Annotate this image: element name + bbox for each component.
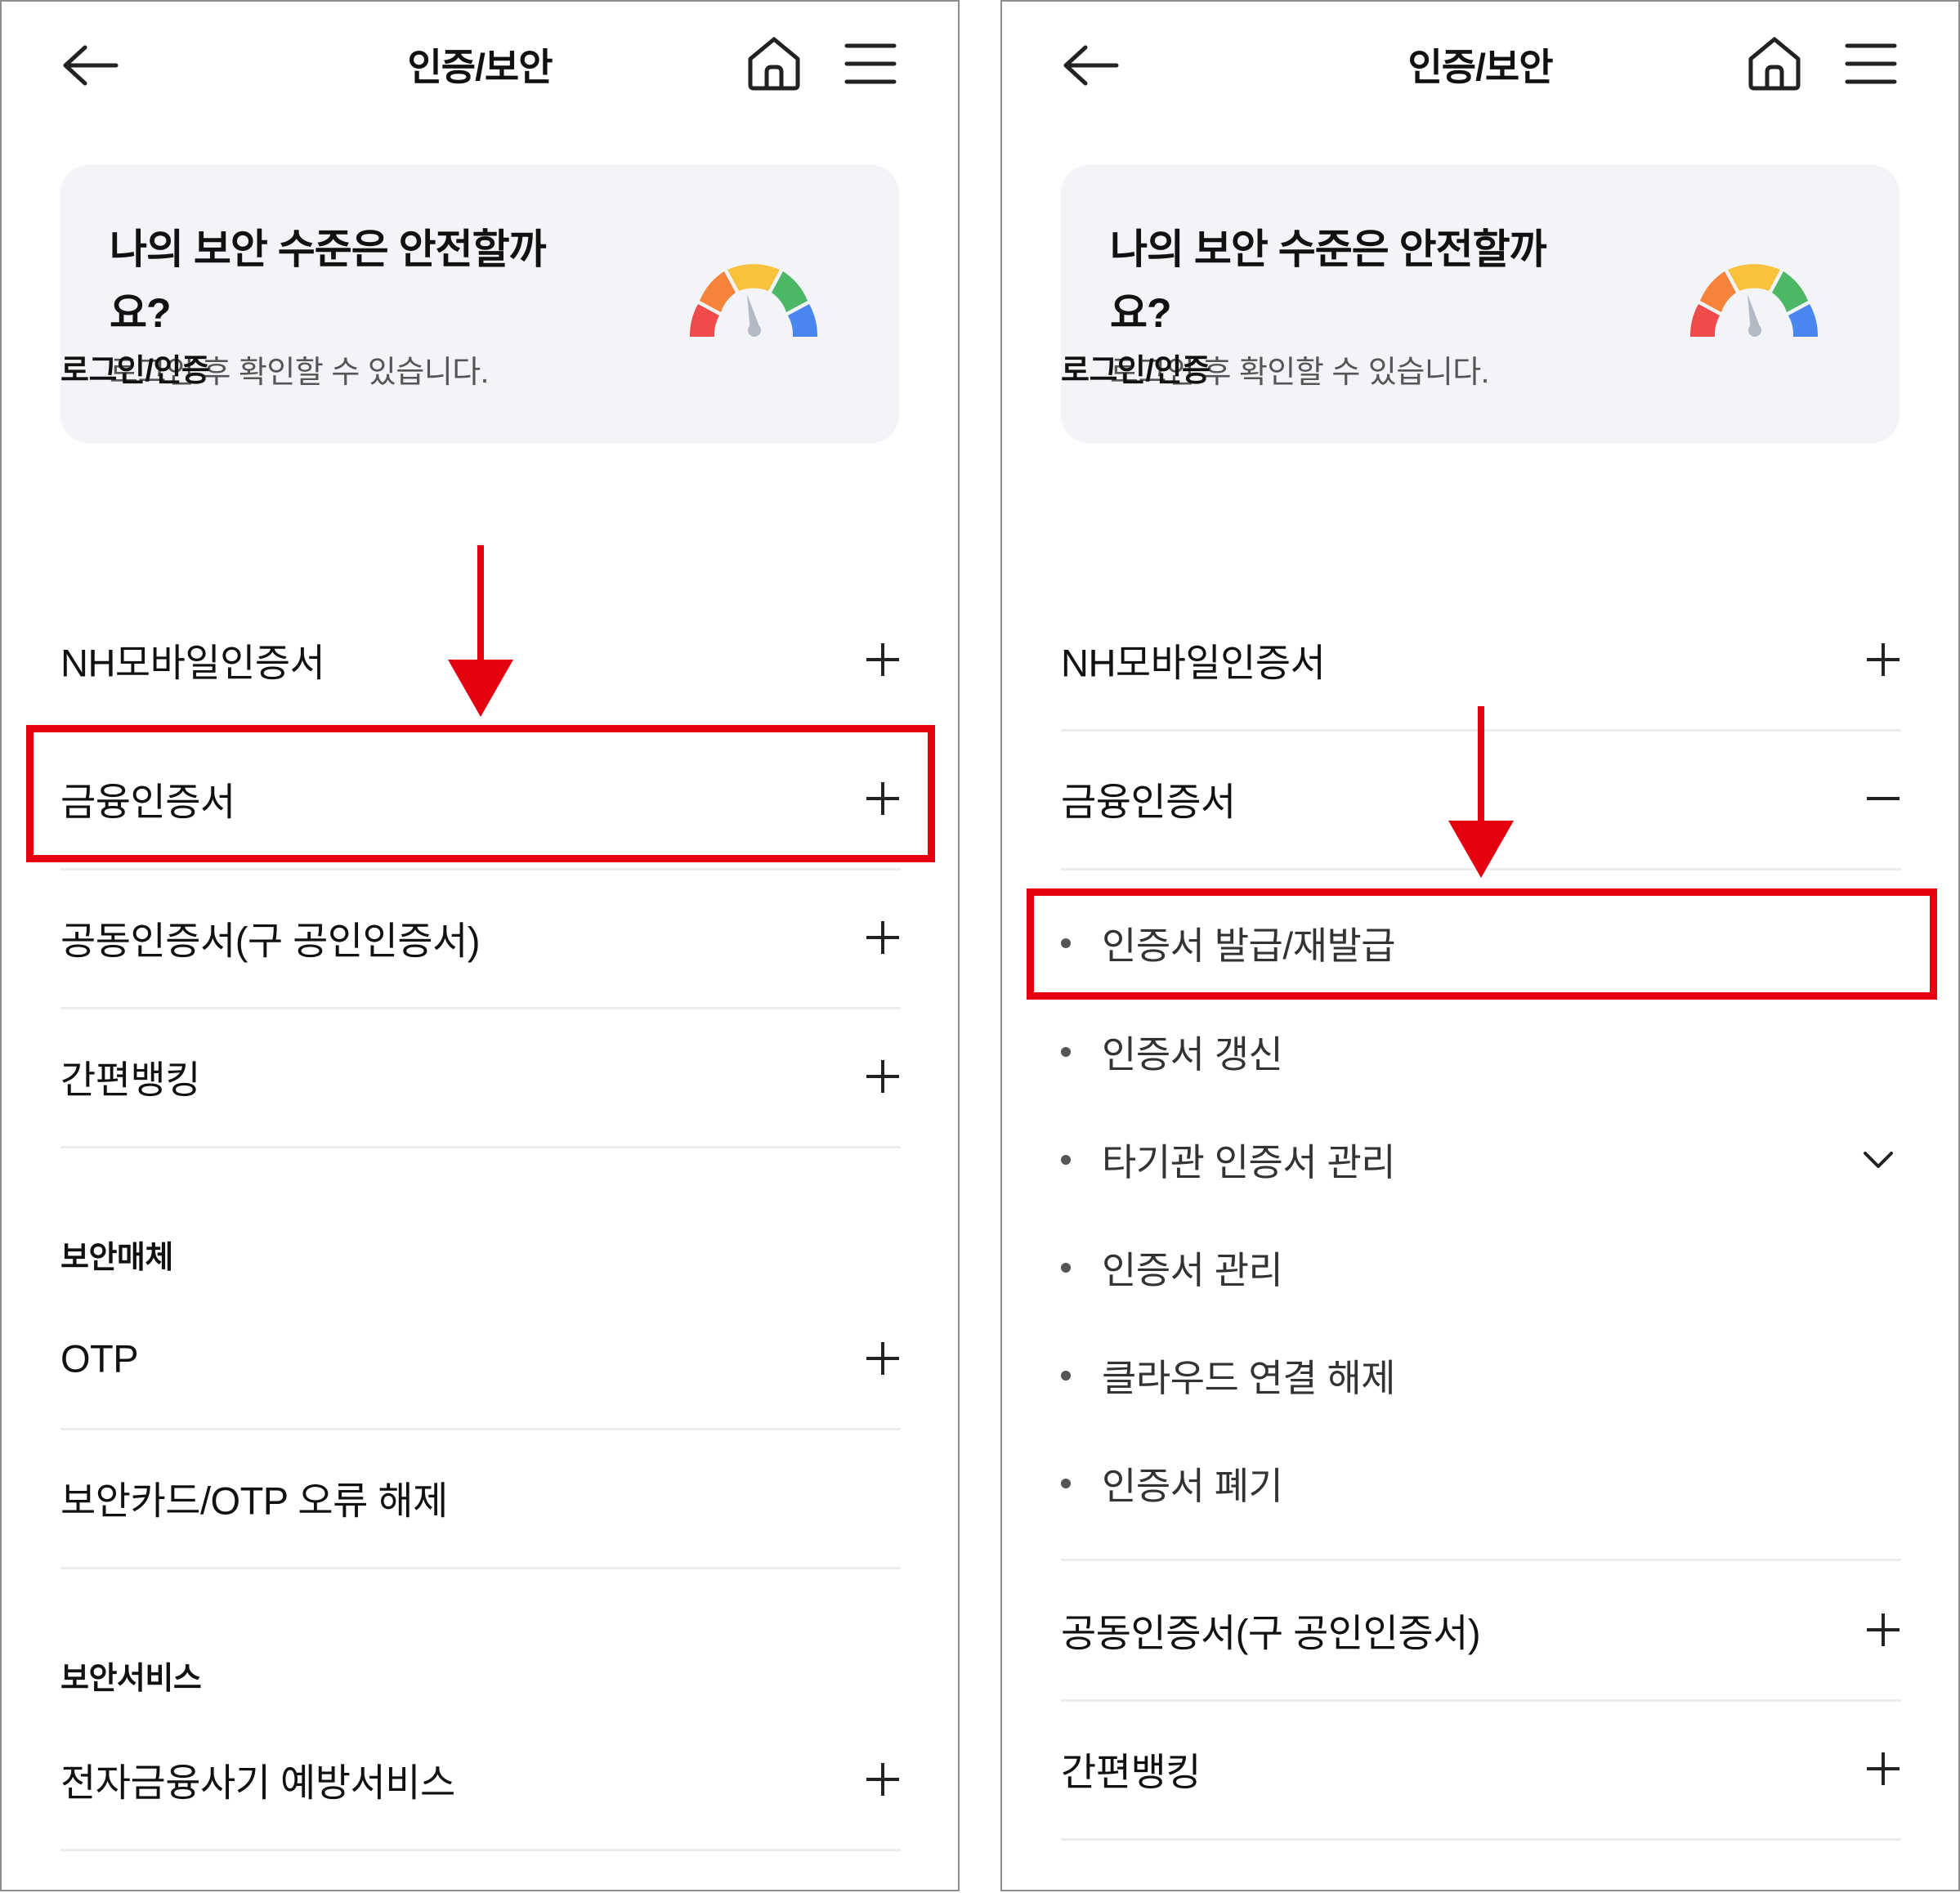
bullet [1061,1263,1071,1273]
subitem-other-institution-cert[interactable]: 타기관 인증서 관리 [1061,1107,1901,1213]
hamburger-menu-icon[interactable] [844,39,897,88]
section-login-auth: 로그인/인증 [60,354,210,388]
plus-icon[interactable] [1865,642,1901,678]
section-security-media: 보안매체 [60,1241,173,1275]
card-title: 나의 보안 수준은 안전할까요? [1110,226,1547,336]
row-label: 전자금융사기 예방서비스 [60,1761,455,1805]
section-security-service: 보안서비스 [60,1662,202,1696]
top-bar: 인증/보안 [2,2,958,132]
subitem-cert-renew[interactable]: 인증서 갱신 [1061,999,1901,1105]
bullet [1061,1479,1071,1488]
row-otp-error-release[interactable]: 보안카드/OTP 오류 해제 [60,1428,901,1569]
red-down-arrow [1448,706,1514,878]
card-title: 나의 보안 수준은 안전할까요? [110,226,547,336]
row-label: OTP [60,1336,139,1381]
security-level-card[interactable]: 나의 보안 수준은 안전할까요? 로그인 후 확인할 수 있습니다. [1061,165,1900,443]
security-level-card[interactable]: 나의 보안 수준은 안전할까요? 로그인 후 확인할 수 있습니다. [60,165,899,443]
hamburger-menu-icon[interactable] [1844,39,1898,88]
plus-icon[interactable] [865,642,901,678]
top-bar: 인증/보안 [1002,2,1958,132]
plus-icon[interactable] [865,1340,901,1376]
security-gauge-icon [689,264,818,337]
row-joint-cert[interactable]: 공동인증서(구 공인인증서) [1061,1560,1901,1702]
highlight-box [26,725,935,862]
home-icon[interactable] [1746,34,1803,93]
subitem-label: 클라우드 연결 해제 [1102,1357,1396,1399]
plus-icon[interactable] [1865,1612,1901,1648]
row-label: 간편뱅킹 [1061,1750,1201,1794]
bullet [1061,1047,1071,1057]
plus-icon[interactable] [865,920,901,955]
right-screen: 인증/보안 나의 보안 수준은 안전할까요? 로그인 후 확인할 수 있습니다.… [1000,0,1960,1891]
minus-icon[interactable] [1865,781,1901,817]
plus-icon[interactable] [865,1761,901,1797]
plus-icon[interactable] [865,1058,901,1094]
subitem-label: 인증서 갱신 [1102,1033,1283,1076]
row-label: 공동인증서(구 공인인증서) [60,919,481,963]
row-fraud-prevention[interactable]: 전자금융사기 예방서비스 [60,1710,901,1851]
subitem-cert-revoke[interactable]: 인증서 폐기 [1061,1430,1901,1537]
row-joint-cert[interactable]: 공동인증서(구 공인인증서) [60,868,901,1009]
row-otp[interactable]: OTP [60,1289,901,1430]
row-label: 금융인증서 [1061,780,1236,824]
highlight-box [1027,888,1937,1000]
red-down-arrow [448,545,513,717]
row-simple-banking[interactable]: 간편뱅킹 [1061,1699,1901,1841]
row-label: 공동인증서(구 공인인증서) [1061,1611,1481,1655]
section-login-auth: 로그인/인증 [1061,354,1210,388]
security-gauge-icon [1689,264,1819,337]
page-title: 인증/보안 [1407,46,1553,88]
subitem-cloud-disconnect[interactable]: 클라우드 연결 해제 [1061,1322,1901,1429]
row-label: 간편뱅킹 [60,1058,200,1102]
row-simple-banking[interactable]: 간편뱅킹 [60,1007,901,1148]
chevron-down-icon[interactable] [1862,1148,1895,1171]
page-title: 인증/보안 [407,46,553,88]
row-label: NH모바일인증서 [60,641,325,685]
subitem-label: 인증서 폐기 [1102,1465,1283,1507]
row-label: 보안카드/OTP 오류 해제 [60,1479,448,1523]
home-icon[interactable] [745,34,803,93]
bullet [1061,1371,1071,1381]
plus-icon[interactable] [1865,1751,1901,1787]
row-label: NH모바일인증서 [1061,641,1326,685]
subitem-cert-manage[interactable]: 인증서 관리 [1061,1215,1901,1321]
bullet [1061,1155,1071,1165]
subitem-label: 인증서 관리 [1102,1249,1283,1291]
left-screen: 인증/보안 나의 보안 수준은 안전할까요? 로그인 후 확인할 수 있습니다.… [0,0,960,1891]
subitem-label: 타기관 인증서 관리 [1102,1141,1396,1184]
